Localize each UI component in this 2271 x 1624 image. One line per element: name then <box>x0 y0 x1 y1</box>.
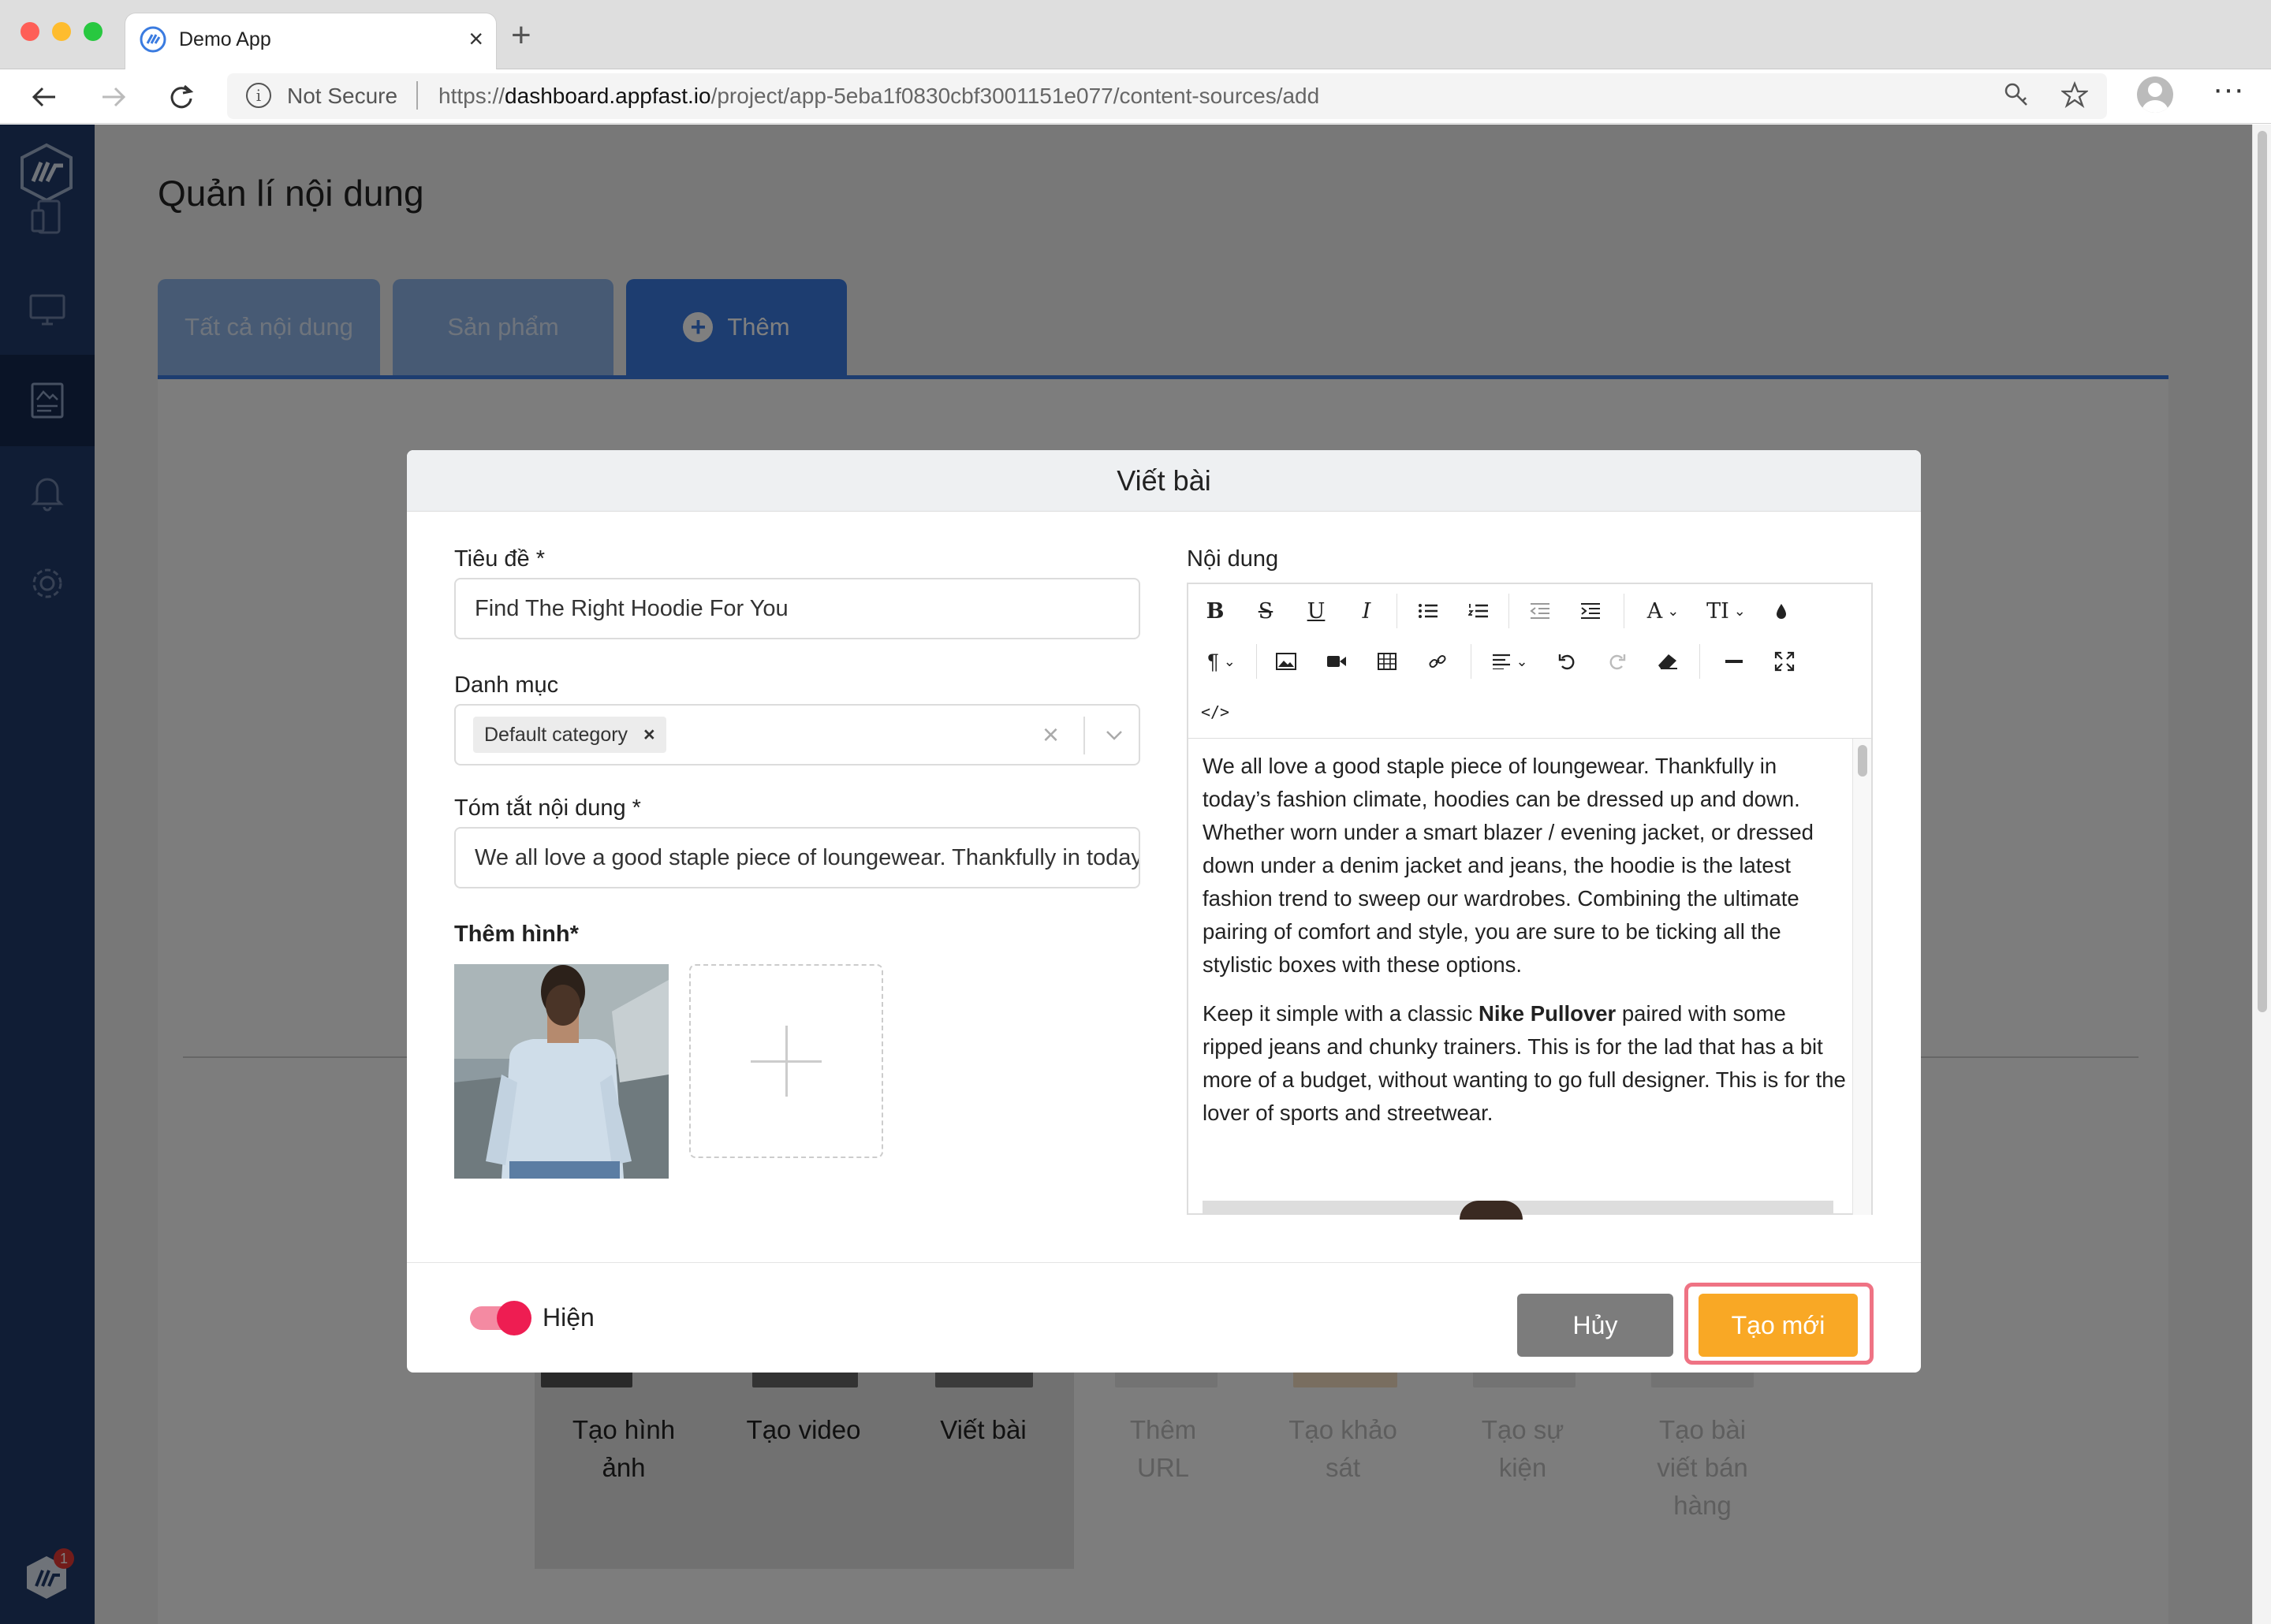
redo-icon[interactable] <box>1602 646 1633 677</box>
undo-icon[interactable] <box>1551 646 1583 677</box>
toolbar-separator <box>1699 644 1700 679</box>
paragraph-format-dropdown[interactable]: ¶ ⌄ <box>1199 646 1244 677</box>
page-scrollbar-thumb[interactable] <box>2258 131 2267 1012</box>
image-field-label: Thêm hình* <box>454 922 579 947</box>
write-article-modal: Viết bài Tiêu đề * Find The Right Hoodie… <box>407 450 1921 1373</box>
select-separator <box>1083 717 1085 754</box>
close-tab-icon[interactable]: × <box>468 24 483 53</box>
modal-title: Viết bài <box>407 450 1921 512</box>
profile-avatar[interactable] <box>2137 76 2173 113</box>
visibility-toggle[interactable] <box>470 1301 531 1335</box>
numbered-list-icon[interactable] <box>1463 595 1494 627</box>
summary-input[interactable]: We all love a good staple piece of loung… <box>454 827 1140 888</box>
horizontal-line-icon[interactable] <box>1718 646 1750 677</box>
visibility-label: Hiện <box>543 1303 595 1332</box>
content-paragraph-2: Keep it simple with a classic Nike Pullo… <box>1203 997 1849 1130</box>
content-field-label: Nội dung <box>1187 546 1279 572</box>
highlight-color-icon[interactable] <box>1766 595 1797 627</box>
url-path: /project/app-5eba1f0830cbf3001151e077/co… <box>710 84 1320 108</box>
align-dropdown[interactable]: ⌄ <box>1486 646 1534 677</box>
hoodie-photo <box>454 964 669 1179</box>
tab-title: Demo App <box>179 28 271 50</box>
editor-scrollbar[interactable] <box>1852 739 1871 1215</box>
add-image-button[interactable] <box>689 964 883 1158</box>
bold-icon[interactable]: B <box>1199 595 1231 627</box>
content-bold-text: Nike Pullover <box>1479 1001 1617 1026</box>
outdent-icon[interactable] <box>1524 595 1556 627</box>
maximize-window-button[interactable] <box>84 22 103 41</box>
toolbar-separator <box>1508 594 1509 628</box>
clear-icon[interactable]: × <box>1042 718 1059 751</box>
remove-tag-icon[interactable]: × <box>643 724 655 746</box>
forward-icon[interactable] <box>95 78 132 116</box>
summary-field-label: Tóm tắt nội dung * <box>454 795 641 821</box>
chevron-down-icon[interactable] <box>1106 726 1123 743</box>
browser-navbar: i Not Secure https://dashboard.appfast.i… <box>0 70 2271 124</box>
create-button[interactable]: Tạo mới <box>1699 1294 1858 1357</box>
reload-icon[interactable] <box>162 78 200 116</box>
insert-image-icon[interactable] <box>1270 646 1302 677</box>
category-tag: Default category × <box>473 717 666 753</box>
bullet-list-icon[interactable] <box>1412 595 1444 627</box>
url-scheme: https:// <box>438 84 505 108</box>
toolbar-separator <box>1256 644 1257 679</box>
font-size-dropdown[interactable]: TI ⌄ <box>1702 595 1750 627</box>
content-paragraph-1: We all love a good staple piece of loung… <box>1203 754 1814 977</box>
toggle-knob <box>497 1301 531 1335</box>
info-icon[interactable]: i <box>246 83 271 108</box>
modal-footer-divider <box>407 1262 1921 1263</box>
star-icon[interactable] <box>2060 80 2090 115</box>
editor-toolbar: B S U I A ⌄ TI ⌄ ¶ ⌄ ⌄ </> <box>1188 584 1871 739</box>
editor-scrollbar-thumb[interactable] <box>1858 745 1867 777</box>
title-input[interactable]: Find The Right Hoodie For You <box>454 578 1140 639</box>
underline-icon[interactable]: U <box>1300 595 1332 627</box>
page-scrollbar[interactable] <box>2252 125 2271 1624</box>
title-field-label: Tiêu đề * <box>454 546 545 572</box>
url-text[interactable]: https://dashboard.appfast.io/project/app… <box>438 84 1319 109</box>
browser-tab[interactable]: Demo App × <box>125 13 497 69</box>
cancel-button[interactable]: Hủy <box>1517 1294 1673 1357</box>
address-separator <box>416 81 418 110</box>
more-menu-icon[interactable]: ··· <box>2213 72 2244 107</box>
minimize-window-button[interactable] <box>52 22 71 41</box>
indent-icon[interactable] <box>1575 595 1606 627</box>
fullscreen-icon[interactable] <box>1769 646 1800 677</box>
appfast-favicon-icon <box>140 26 166 53</box>
insert-link-icon[interactable] <box>1422 646 1453 677</box>
italic-icon[interactable]: I <box>1351 595 1382 627</box>
url-domain: dashboard.appfast.io <box>505 84 711 108</box>
browser-tab-strip: Demo App × + <box>0 0 2271 69</box>
category-select[interactable]: Default category × × <box>454 704 1140 765</box>
clear-formatting-icon[interactable] <box>1652 646 1684 677</box>
back-icon[interactable] <box>25 78 63 116</box>
code-view-icon[interactable]: </> <box>1199 696 1231 728</box>
new-tab-icon[interactable]: + <box>511 16 531 55</box>
insert-table-icon[interactable] <box>1371 646 1403 677</box>
content-text: Keep it simple with a classic <box>1203 1001 1479 1026</box>
uploaded-image-thumbnail[interactable] <box>454 964 669 1179</box>
close-window-button[interactable] <box>21 22 39 41</box>
address-bar[interactable]: i Not Secure https://dashboard.appfast.i… <box>227 73 2107 119</box>
editor-embedded-image <box>1203 1201 1833 1220</box>
category-field-label: Danh mục <box>454 672 559 698</box>
insert-video-icon[interactable] <box>1321 646 1352 677</box>
rich-text-editor: B S U I A ⌄ TI ⌄ ¶ ⌄ ⌄ </> We all love a… <box>1187 583 1873 1220</box>
not-secure-label: Not Secure <box>287 84 398 108</box>
category-tag-label: Default category <box>484 724 628 746</box>
editor-content[interactable]: We all love a good staple piece of loung… <box>1203 750 1849 1145</box>
strikethrough-icon[interactable]: S <box>1250 595 1281 627</box>
key-icon[interactable] <box>2003 81 2030 115</box>
font-color-dropdown[interactable]: A ⌄ <box>1639 595 1687 627</box>
